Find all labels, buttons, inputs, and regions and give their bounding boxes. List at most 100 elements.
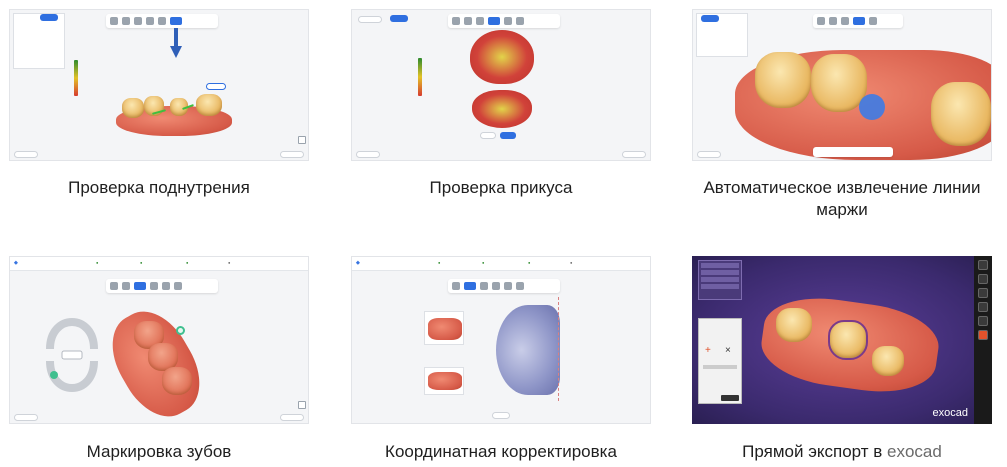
tooth [162, 367, 192, 395]
back-button[interactable] [356, 151, 380, 158]
top-toolbar [448, 279, 560, 293]
menu-item[interactable] [701, 270, 739, 275]
tool-icon-active[interactable] [134, 282, 146, 290]
add-icon[interactable]: + [705, 345, 711, 356]
workflow-step[interactable]: ● [482, 260, 484, 265]
back-button[interactable] [697, 151, 721, 158]
left-chip[interactable] [358, 16, 382, 23]
tooth [122, 98, 144, 118]
screenshot-tooth-marking: ◈ ● ● ● ● [9, 256, 309, 424]
tool-icon[interactable] [150, 282, 158, 290]
back-button[interactable] [14, 151, 38, 158]
tool-icon[interactable] [134, 17, 142, 25]
next-button[interactable] [280, 151, 304, 158]
tool-icon[interactable] [452, 17, 460, 25]
prepared-tooth [755, 52, 811, 108]
dialog-row [703, 365, 737, 369]
tool-icon[interactable] [817, 17, 825, 25]
tool-icon[interactable] [978, 260, 988, 270]
tool-icon-active[interactable] [853, 17, 865, 25]
tool-icon[interactable] [978, 302, 988, 312]
tool-icon[interactable] [162, 282, 170, 290]
back-button[interactable] [14, 414, 38, 421]
tool-icon-active[interactable] [488, 17, 500, 25]
workflow-step[interactable]: ● [438, 260, 440, 265]
top-toolbar [106, 279, 218, 293]
side-view-thumbnail[interactable] [424, 367, 464, 395]
tool-icon-active[interactable] [464, 282, 476, 290]
dental-model [428, 318, 462, 340]
caption-tooth-marking: Маркировка зубов [86, 442, 232, 461]
menu-item[interactable] [701, 263, 739, 268]
toggle-right-active[interactable] [500, 132, 516, 139]
tool-icon[interactable] [829, 17, 837, 25]
menu-item[interactable] [701, 277, 739, 282]
exocad-side-toolbar [974, 256, 992, 424]
tooth [872, 346, 904, 376]
workflow-step[interactable]: ● [96, 260, 98, 265]
workflow-step[interactable]: ● [528, 260, 530, 265]
close-icon[interactable]: × [725, 345, 731, 356]
tool-icon[interactable] [516, 17, 524, 25]
view-mode-badge[interactable] [390, 15, 408, 22]
tool-icon[interactable] [504, 282, 512, 290]
tool-icon-active[interactable] [170, 17, 182, 25]
caption-coordinate: Координатная корректировка [385, 442, 617, 461]
tool-icon[interactable] [464, 17, 472, 25]
screenshot-margin-line [692, 9, 992, 161]
view-cube-icon[interactable] [298, 136, 306, 144]
tooth [931, 82, 991, 146]
reference-axis [558, 297, 559, 401]
tool-icon[interactable] [452, 282, 460, 290]
tool-icon[interactable] [110, 282, 118, 290]
tool-icon[interactable] [516, 282, 524, 290]
front-view-thumbnail[interactable] [424, 311, 464, 345]
tool-icon[interactable] [978, 288, 988, 298]
menu-item[interactable] [701, 284, 739, 289]
workflow-step[interactable]: ● [570, 260, 572, 265]
workflow-step[interactable]: ● [140, 260, 142, 265]
tool-icon[interactable] [978, 316, 988, 326]
top-toolbar [813, 14, 903, 28]
tool-icon[interactable] [480, 282, 488, 290]
tool-icon[interactable] [110, 17, 118, 25]
color-scale [74, 60, 78, 96]
caption-export-brand: exocad [887, 442, 942, 461]
tool-icon[interactable] [869, 17, 877, 25]
tool-icon[interactable] [476, 17, 484, 25]
screenshot-bite-check [351, 9, 651, 161]
tooltip-label [206, 83, 226, 90]
dental-chart-diagram [46, 318, 98, 392]
color-scale [418, 58, 422, 96]
workflow-step[interactable]: ● [228, 260, 230, 265]
view-mode-badge[interactable] [40, 14, 58, 21]
tool-icon[interactable] [174, 282, 182, 290]
toggle-left[interactable] [480, 132, 496, 139]
tool-icon[interactable] [122, 282, 130, 290]
tool-icon[interactable] [122, 17, 130, 25]
caption-bite: Проверка прикуса [429, 178, 573, 197]
workflow-step[interactable]: ● [186, 260, 188, 265]
next-button[interactable] [280, 414, 304, 421]
tool-icon[interactable] [841, 17, 849, 25]
caption-export-prefix: Прямой экспорт в [742, 442, 888, 461]
next-button[interactable] [622, 151, 646, 158]
tool-icon[interactable] [504, 17, 512, 25]
tool-icon[interactable] [492, 282, 500, 290]
exocad-dialog: + × [698, 318, 742, 404]
orientation-control[interactable] [492, 412, 510, 419]
scan-mesh-model [496, 305, 560, 395]
arrow-down-icon [170, 28, 182, 58]
margin-line-handle[interactable] [859, 94, 885, 120]
view-mode-badge[interactable] [701, 15, 719, 22]
tool-icon[interactable] [146, 17, 154, 25]
tool-icon[interactable] [978, 330, 988, 340]
dialog-ok-button[interactable] [721, 395, 739, 401]
tool-icon[interactable] [158, 17, 166, 25]
view-cube-icon[interactable] [298, 401, 306, 409]
exocad-logo: exocad [932, 407, 968, 419]
tool-icon[interactable] [978, 274, 988, 284]
screenshot-undercut-check [9, 9, 309, 161]
tooth-marker[interactable] [176, 326, 185, 335]
app-logo: ◈ [14, 260, 18, 266]
